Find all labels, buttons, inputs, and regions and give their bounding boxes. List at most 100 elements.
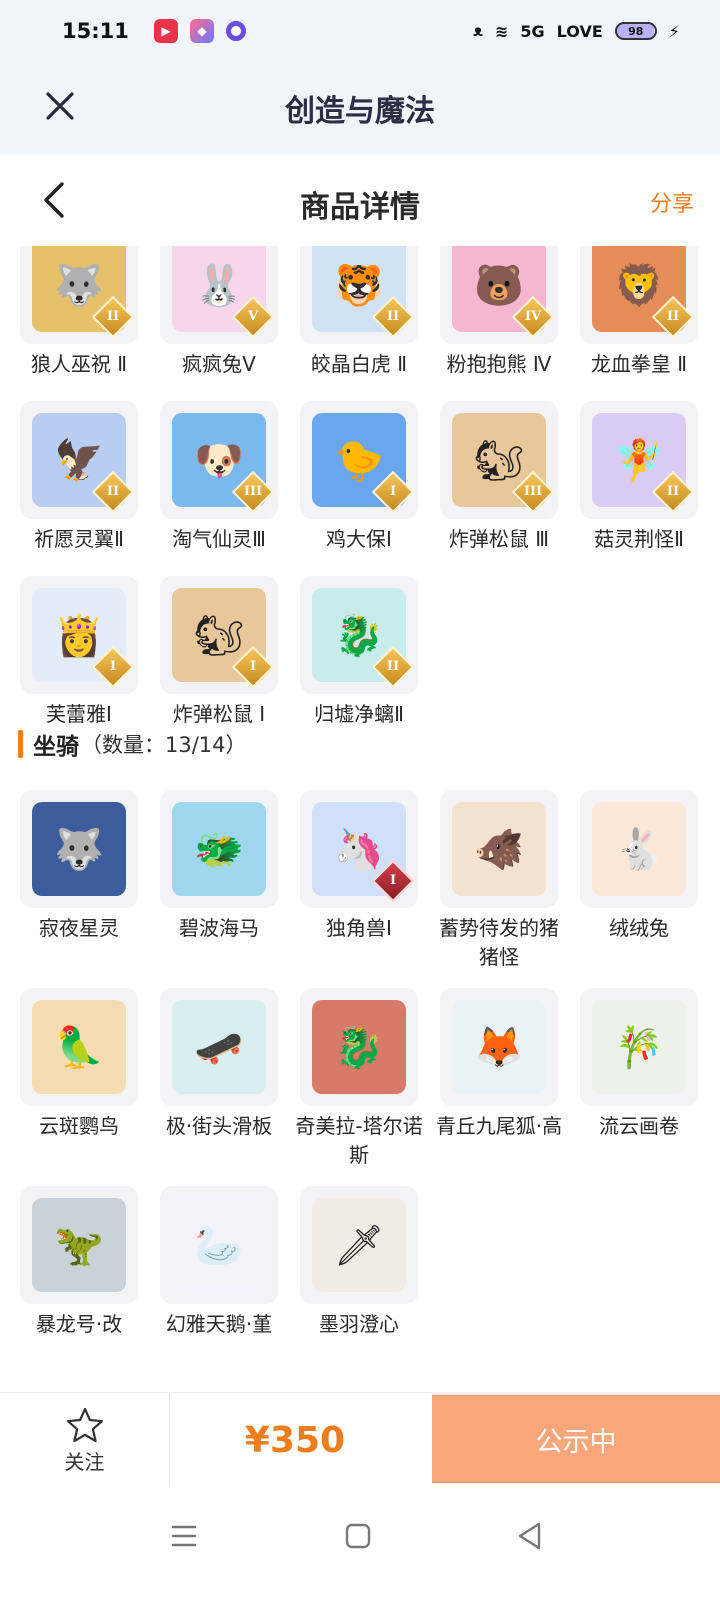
- pet-card[interactable]: 🦁 II 龙血拳皇 Ⅱ: [580, 246, 698, 379]
- mount-card[interactable]: 🗡 墨羽澄心: [300, 1186, 418, 1339]
- tier-label: III: [523, 484, 543, 499]
- detail-header: 商品详情 分享: [0, 154, 720, 246]
- love-label: LOVE: [556, 21, 603, 41]
- pet-name: 鸡大保Ⅰ: [326, 527, 392, 551]
- mount-card[interactable]: 🐗 蓄势待发的猪猪怪: [439, 790, 559, 972]
- status-bar: 15:11 ▶ ◆ ᴥ ≋ 5G LOVE 98 ⚡: [0, 0, 720, 62]
- mount-name: 幻雅天鹅·堇: [165, 1312, 273, 1336]
- title-bar: 创造与魔法: [0, 62, 720, 154]
- tier-label: II: [386, 659, 400, 674]
- screen: 15:11 ▶ ◆ ᴥ ≋ 5G LOVE 98 ⚡ 创造与魔法 商品详情 分享…: [0, 0, 720, 1612]
- mount-card[interactable]: 🦢 幻雅天鹅·堇: [160, 1186, 278, 1339]
- mount-thumbnail: 🦄 I: [300, 790, 418, 908]
- pet-name: 淘气仙灵Ⅲ: [172, 527, 266, 551]
- tier-label: I: [389, 484, 397, 499]
- pet-name: 菇灵荆怪Ⅱ: [594, 527, 684, 551]
- tier-label: V: [247, 309, 259, 324]
- tier-label: I: [109, 659, 117, 674]
- system-back-button[interactable]: [500, 1506, 560, 1566]
- mount-name: 蓄势待发的猪猪怪: [439, 916, 559, 969]
- mount-name: 独角兽Ⅰ: [326, 916, 392, 940]
- mount-thumbnail: 🦜: [20, 988, 138, 1106]
- tier-label: I: [249, 659, 257, 674]
- tier-label: II: [106, 309, 120, 324]
- tier-label: II: [666, 309, 680, 324]
- ring-app-icon: [226, 21, 246, 41]
- section-accent-bar: [18, 730, 23, 758]
- pet-name: 疯疯兔Ⅴ: [182, 352, 256, 376]
- pet-card[interactable]: 🐤 I 鸡大保Ⅰ: [300, 401, 418, 554]
- pet-thumbnail: 🦁 II: [580, 246, 698, 344]
- action-bar: 关注 ¥350 公示中: [0, 1392, 720, 1487]
- pet-card[interactable]: 🐻 IV 粉抱抱熊 Ⅳ: [440, 246, 558, 379]
- pet-name: 芙蕾雅Ⅰ: [46, 702, 112, 726]
- recent-apps-button[interactable]: [154, 1506, 214, 1566]
- mount-name: 绒绒兔: [609, 916, 669, 940]
- pet-thumbnail: 🦅 II: [20, 401, 138, 519]
- pet-card[interactable]: 🐉 II 归墟净螭Ⅱ: [300, 576, 418, 729]
- mount-card[interactable]: 🐺 寂夜星灵: [20, 790, 138, 972]
- pet-name: 祈愿灵翼Ⅱ: [34, 527, 124, 551]
- mounts-section-header: 坐骑 （数量：13/14）: [18, 730, 247, 760]
- follow-label: 关注: [64, 1449, 105, 1474]
- pet-thumbnail: 🐻 IV: [440, 246, 558, 344]
- mount-name: 寂夜星灵: [39, 916, 119, 940]
- pet-card[interactable]: 👸 I 芙蕾雅Ⅰ: [20, 576, 138, 729]
- battery-level: 98: [628, 24, 644, 38]
- video-app-icon: ▶: [154, 19, 178, 43]
- tier-label: III: [243, 484, 263, 499]
- pet-card[interactable]: 🧚 II 菇灵荆怪Ⅱ: [580, 401, 698, 554]
- star-icon: [66, 1407, 103, 1442]
- mount-card[interactable]: 🦄 I 独角兽Ⅰ: [300, 790, 418, 972]
- home-button[interactable]: [328, 1506, 388, 1566]
- pet-thumbnail: 🐰 V: [160, 246, 278, 344]
- mount-image: 🗡: [312, 1198, 406, 1292]
- mount-card[interactable]: 🛹 极·街头滑板: [160, 988, 278, 1170]
- follow-button[interactable]: 关注: [0, 1393, 170, 1487]
- share-button[interactable]: 分享: [650, 186, 694, 218]
- mount-card[interactable]: 🎋 流云画卷: [580, 988, 698, 1170]
- pet-card[interactable]: 🐶 III 淘气仙灵Ⅲ: [160, 401, 278, 554]
- status-app-icons: ▶ ◆: [154, 19, 246, 43]
- pet-card[interactable]: 🦅 II 祈愿灵翼Ⅱ: [20, 401, 138, 554]
- pet-thumbnail: 🧚 II: [580, 401, 698, 519]
- mount-name: 碧波海马: [179, 916, 259, 940]
- mount-name: 流云画卷: [599, 1114, 679, 1138]
- mount-card[interactable]: 🦖 暴龙号·改: [20, 1186, 138, 1339]
- section-label: 坐骑: [33, 734, 79, 760]
- pet-name: 狼人巫祝 Ⅱ: [30, 352, 128, 376]
- pet-name: 归墟净螭Ⅱ: [314, 702, 404, 726]
- charging-icon: ⚡: [668, 21, 680, 41]
- mount-card[interactable]: 🐇 绒绒兔: [580, 790, 698, 972]
- mount-name: 云斑鹦鸟: [39, 1114, 119, 1138]
- mount-card[interactable]: 🦜 云斑鹦鸟: [20, 988, 138, 1170]
- mount-thumbnail: 🛹: [160, 988, 278, 1106]
- section-count: （数量：13/14）: [81, 733, 247, 757]
- mount-card[interactable]: 🦊 青丘九尾狐·高: [436, 988, 562, 1170]
- mount-image: 🐇: [592, 802, 686, 896]
- pet-thumbnail: 🐶 III: [160, 401, 278, 519]
- pet-card[interactable]: 🐿 I 炸弹松鼠 Ⅰ: [160, 576, 278, 729]
- mount-card[interactable]: 🐉 奇美拉-塔尔诺斯: [295, 988, 423, 1170]
- pet-card[interactable]: 🐿 III 炸弹松鼠 Ⅲ: [440, 401, 558, 554]
- tier-label: IV: [524, 309, 542, 324]
- mount-image: 🐉: [312, 1000, 406, 1094]
- mount-thumbnail: 🐉: [300, 988, 418, 1106]
- mount-image: 🛹: [172, 1000, 266, 1094]
- system-nav-bar: [0, 1486, 720, 1612]
- mount-image: 🦜: [32, 1000, 126, 1094]
- pet-card[interactable]: 🐰 V 疯疯兔Ⅴ: [160, 246, 278, 379]
- price: ¥350: [244, 1419, 346, 1461]
- public-display-button[interactable]: 公示中: [432, 1395, 720, 1483]
- mount-card[interactable]: 🐲 碧波海马: [160, 790, 278, 972]
- mount-thumbnail: 🐲: [160, 790, 278, 908]
- item-detail-content[interactable]: 🐺 II 狼人巫祝 Ⅱ 🐰 V 疯疯兔Ⅴ 🐯 II 皎晶白虎 Ⅱ 🐻 IV 粉抱抱熊 Ⅳ 🦁 II 龙血拳皇…: [0, 246, 720, 1429]
- mount-image: 🐺: [32, 802, 126, 896]
- tier-label: II: [106, 484, 120, 499]
- mount-thumbnail: 🗡: [300, 1186, 418, 1304]
- pet-name: 粉抱抱熊 Ⅳ: [446, 352, 552, 376]
- pet-card[interactable]: 🐺 II 狼人巫祝 Ⅱ: [20, 246, 138, 379]
- mount-thumbnail: 🐗: [440, 790, 558, 908]
- pet-card[interactable]: 🐯 II 皎晶白虎 Ⅱ: [300, 246, 418, 379]
- mount-name: 奇美拉-塔尔诺斯: [295, 1114, 423, 1167]
